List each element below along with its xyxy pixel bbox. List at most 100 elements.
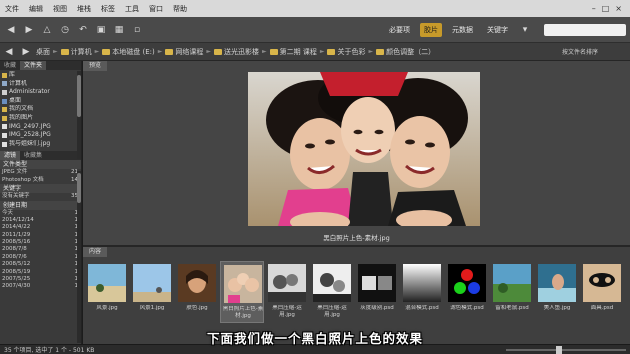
boomerang-icon[interactable]: ↶ (76, 23, 90, 37)
menu-label[interactable]: 标签 (96, 4, 120, 14)
thumbnail-item[interactable]: 留和老鼠.psd (490, 261, 534, 323)
filter-row[interactable]: 2008/7/61 (0, 254, 81, 261)
path-forward-icon[interactable]: ▶ (19, 45, 33, 59)
thumbnail-item[interactable]: 风景1.jpg (130, 261, 174, 323)
tab-favorites[interactable]: 收藏 (0, 61, 20, 70)
close-icon[interactable]: × (615, 4, 622, 13)
filter-label: Photoshop 文档 (2, 176, 44, 183)
folder-tree-item[interactable]: 我的文档 (2, 105, 79, 114)
thumbnail-size-slider[interactable] (506, 345, 626, 354)
crumb-folder-3[interactable]: 第二期 课程 (269, 47, 317, 57)
thumbnail-item[interactable]: 黑白压缩-运用.jpg (265, 261, 309, 323)
filter-row[interactable]: 没有关键字 35 (0, 193, 81, 200)
filter-row[interactable]: 今天1 (0, 210, 81, 217)
workspace-essentials[interactable]: 必要项 (385, 23, 414, 37)
filter-label: 2008/7/6 (2, 253, 27, 260)
folder-tree-item[interactable]: 计算机 (2, 80, 79, 89)
menu-help[interactable]: 帮助 (168, 4, 192, 14)
filter-row[interactable]: JPEG 文件 21 (0, 169, 81, 176)
filter-section-header[interactable]: 关键字 (0, 184, 81, 194)
menu-stack[interactable]: 堆栈 (72, 4, 96, 14)
tab-filter[interactable]: 滤镜 (0, 151, 21, 161)
forward-icon[interactable]: ▶ (22, 23, 36, 37)
filter-section-header[interactable]: 文件类型 (0, 160, 81, 170)
folder-tree-item[interactable]: 我的图片 (2, 114, 79, 123)
folder-tree-item[interactable]: 我与姐妹们.jpg (2, 140, 79, 149)
folder-tree-item[interactable]: 库 (2, 71, 79, 80)
back-icon[interactable]: ◀ (4, 23, 18, 37)
folder-tree-item[interactable]: Administrator (2, 88, 79, 97)
thumbnail-image (224, 265, 262, 303)
minimize-icon[interactable]: – (592, 4, 596, 13)
filter-row[interactable]: 2008/5/161 (0, 239, 81, 246)
thumbnail-item[interactable]: 肤色.jpg (175, 261, 219, 323)
crumb-folder-4[interactable]: 关于色彩 (327, 47, 365, 57)
folder-up-icon[interactable]: △ (40, 23, 54, 37)
workspace-filmstrip[interactable]: 胶片 (420, 22, 442, 37)
filter-row[interactable]: 2011/1/291 (0, 232, 81, 239)
crumb-desktop[interactable]: 桌面 (36, 47, 50, 57)
filter-row[interactable]: 2007/4/301 (0, 283, 81, 290)
menu-edit[interactable]: 编辑 (24, 4, 48, 14)
crumb-drive[interactable]: 本地磁盘 (E:) (102, 47, 155, 57)
search-input[interactable] (544, 23, 626, 36)
crumb-computer[interactable]: 计算机 (60, 47, 92, 57)
filter-row[interactable]: 2008/5/121 (0, 261, 81, 268)
scroll-thumb[interactable] (77, 75, 81, 117)
filter-row[interactable]: Photoshop 文档 14 (0, 177, 81, 184)
thumbnail-item[interactable]: 面具.psd (580, 261, 624, 323)
filter-scrollbar[interactable] (77, 171, 81, 343)
thumbnail-item[interactable]: 黑白压缩-运用.jpg (310, 261, 354, 323)
open-icon[interactable]: ▫ (130, 23, 144, 37)
crumb-folder-1[interactable]: 网络课程 (165, 47, 203, 57)
folder-tree-label: 桌面 (9, 96, 22, 104)
maximize-icon[interactable]: □ (602, 4, 610, 13)
refine-icon[interactable]: ▦ (112, 23, 126, 37)
thumbnail-item[interactable]: 美人鱼.jpg (535, 261, 579, 323)
thumbnail-item[interactable]: 黑白照片上色-素材.jpg (220, 261, 264, 323)
filter-row[interactable]: 2008/7/81 (0, 246, 81, 253)
workspace-keywords[interactable]: 关键字 (483, 23, 512, 37)
camera-icon[interactable]: ▣ (94, 23, 108, 37)
recent-icon[interactable]: ◷ (58, 23, 72, 37)
thumbnail-item[interactable]: 滤色模式.psd (445, 261, 489, 323)
crumb-label: 网络课程 (175, 47, 204, 56)
folder-tree-item[interactable]: IMG_2528.JPG (2, 131, 79, 140)
thumbnail-item[interactable]: 混合模式.psd (400, 261, 444, 323)
crumb-folder-5[interactable]: 颜色调整（二） (376, 47, 435, 57)
thumbnail-item[interactable]: 风景.jpg (85, 261, 129, 323)
crumb-folder-2[interactable]: 送光迅影楼 (213, 47, 259, 57)
filter-row[interactable]: 2014/12/141 (0, 217, 81, 224)
filter-row[interactable]: 2008/5/191 (0, 269, 81, 276)
menu-view[interactable]: 视图 (48, 4, 72, 14)
tab-preview[interactable]: 预览 (83, 61, 108, 71)
menu-file[interactable]: 文件 (0, 4, 24, 14)
folder-tree-item[interactable]: IMG_2497.JPG (2, 123, 79, 132)
folder-scrollbar[interactable] (77, 71, 81, 159)
folder-tree-label: 我的图片 (9, 113, 34, 121)
filter-label: 2008/5/16 (2, 239, 31, 246)
scroll-thumb[interactable] (77, 173, 81, 203)
folder-icon (2, 81, 7, 87)
filter-row[interactable]: 2014/4/221 (0, 224, 81, 231)
preview-caption: 黑白照片上色-素材.jpg (323, 234, 390, 242)
thumbnail-label: 黑白照片上色-素材.jpg (222, 306, 264, 319)
chevron-down-icon[interactable]: ▾ (518, 23, 532, 37)
path-back-icon[interactable]: ◀ (2, 45, 16, 59)
workspace-metadata[interactable]: 元数据 (448, 23, 477, 37)
folder-icon (2, 132, 7, 138)
tab-folders[interactable]: 文件夹 (20, 61, 47, 70)
tab-collections[interactable]: 收藏集 (20, 151, 46, 160)
preview-image[interactable] (248, 72, 480, 226)
menu-window[interactable]: 窗口 (144, 4, 168, 14)
filter-section-header[interactable]: 创建日期 (0, 200, 81, 210)
thumbnail-item[interactable]: 灰度级别.psd (355, 261, 399, 323)
tab-content[interactable]: 内容 (83, 247, 108, 257)
folder-icon (2, 107, 7, 113)
folder-tree-item[interactable]: 桌面 (2, 97, 79, 106)
thumbnail-label: 灰度级别.psd (360, 305, 394, 311)
menu-tools[interactable]: 工具 (120, 4, 144, 14)
filter-row[interactable]: 2007/5/251 (0, 276, 81, 283)
sort-dropdown[interactable]: 按文件名排序 (562, 47, 628, 56)
folder-icon (327, 48, 336, 55)
